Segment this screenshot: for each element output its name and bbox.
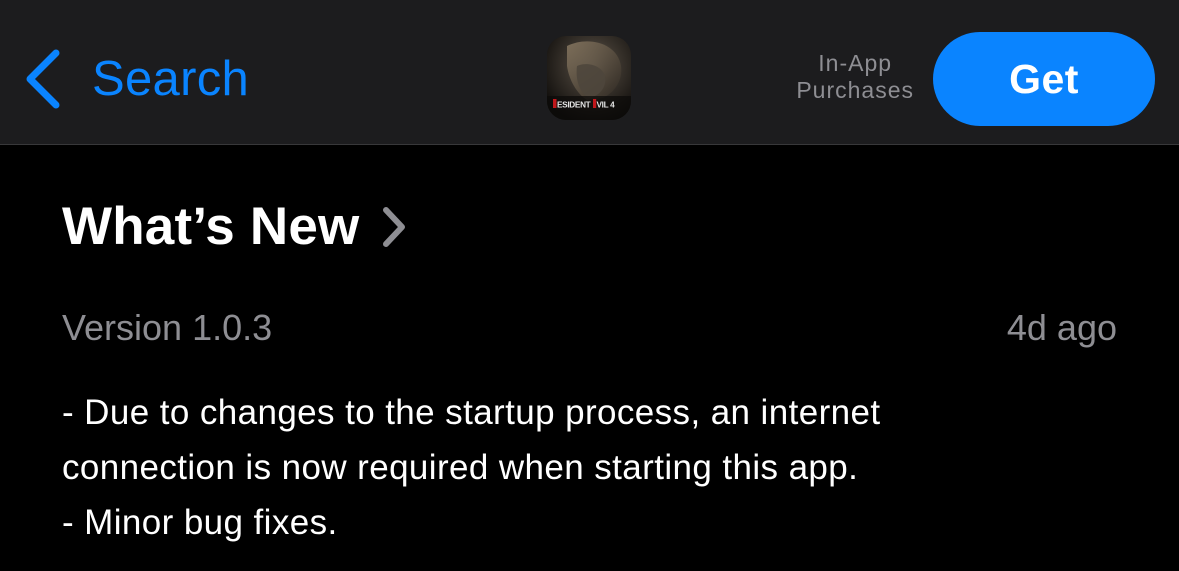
in-app-line-2: Purchases [796, 77, 914, 103]
in-app-purchases-label: In-App Purchases [796, 50, 914, 104]
release-date: 4d ago [1006, 307, 1117, 348]
section-title: What’s New [62, 197, 360, 256]
release-notes: - Due to changes to the startup process,… [62, 385, 1122, 550]
navigation-bar: Search ESIDENT VIL 4 In-App Purchases Ge… [0, 0, 1179, 145]
app-icon[interactable]: ESIDENT VIL 4 [547, 36, 631, 120]
release-note-line: - Minor bug fixes. [62, 503, 338, 542]
resident-evil-4-app-icon: ESIDENT VIL 4 [547, 36, 631, 120]
get-button[interactable]: Get [933, 32, 1155, 126]
release-note-line: connection is now required when starting… [62, 448, 859, 487]
back-button-label: Search [92, 51, 250, 106]
version-row: Version 1.0.3 4d ago [62, 306, 1117, 350]
svg-text:ESIDENT: ESIDENT [557, 101, 591, 110]
back-button[interactable]: Search [22, 44, 249, 114]
version-label: Version 1.0.3 [62, 307, 273, 348]
release-note-line: - Due to changes to the startup process,… [62, 393, 881, 432]
chevron-right-icon [383, 206, 406, 247]
chevron-left-icon [26, 49, 60, 109]
svg-text:VIL 4: VIL 4 [597, 101, 616, 110]
app-store-page: Search ESIDENT VIL 4 In-App Purchases Ge… [0, 0, 1179, 571]
whats-new-header[interactable]: What’s New [62, 200, 407, 253]
in-app-line-1: In-App [818, 50, 893, 76]
